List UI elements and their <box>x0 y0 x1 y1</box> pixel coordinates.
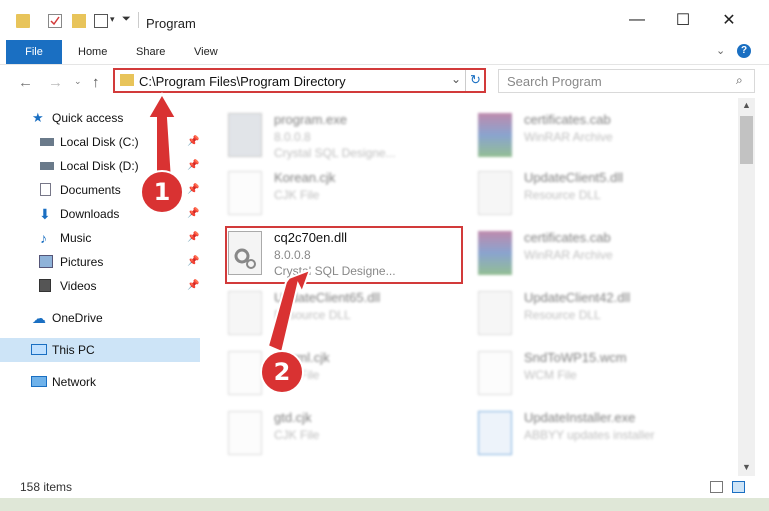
step-2-badge: 2 <box>260 350 304 394</box>
arrow-2 <box>266 268 312 354</box>
step-1-badge: 1 <box>140 170 184 214</box>
arrow-1 <box>146 92 178 181</box>
annotation-arrows <box>146 92 312 354</box>
